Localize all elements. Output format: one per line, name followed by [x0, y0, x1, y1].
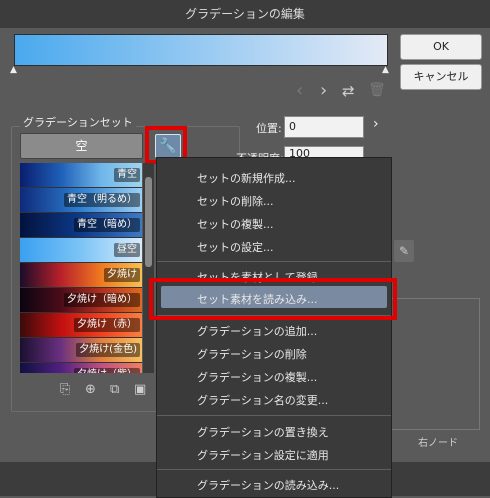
ok-button[interactable]: OK — [400, 34, 482, 60]
gradient-list-item[interactable]: 夕焼け（赤） — [20, 313, 142, 337]
gradient-list[interactable]: 青空青空（明るめ） 青空（暗め） 昼空夕焼け夕焼け（暗め） 夕焼け（赤） 夕焼け(金色)… — [20, 163, 142, 373]
gradient-list-item[interactable]: 青空 — [20, 163, 142, 187]
duplicate-gradient-icon[interactable]: ⧉ — [110, 382, 119, 397]
cancel-button[interactable]: キャンセル — [400, 64, 482, 90]
mirror-icon[interactable]: ⇄ — [342, 82, 355, 100]
menu-separator — [157, 261, 391, 262]
gradient-list-scrollbar[interactable] — [143, 163, 154, 373]
gradient-item-label: 青空 — [114, 168, 140, 182]
gradient-item-label: 夕焼け（紫） — [74, 368, 140, 373]
position-input[interactable]: 0 — [284, 116, 364, 138]
gradient-list-item[interactable]: 昼空 — [20, 238, 142, 262]
menu-item[interactable]: セットの複製... — [197, 216, 274, 232]
delete-gradient-icon[interactable]: ▣ — [134, 382, 146, 397]
gradient-item-label: 夕焼け — [104, 268, 140, 282]
menu-item[interactable]: グラデーション名の変更... — [197, 392, 328, 408]
gradient-item-label: 青空（暗め） — [74, 218, 140, 232]
gradient-set-dropdown[interactable]: 空 — [20, 133, 143, 159]
menu-item[interactable]: グラデーションの複製... — [197, 369, 317, 385]
gradient-item-label: 昼空 — [114, 243, 140, 257]
node-preview-box — [390, 298, 480, 430]
next-node-icon[interactable]: › — [320, 80, 327, 101]
position-label: 位置: — [256, 122, 282, 135]
menu-item[interactable]: セットの新規作成... — [197, 170, 296, 186]
right-node-marker[interactable]: ▲ — [382, 65, 389, 75]
gradient-list-item[interactable]: 夕焼け — [20, 263, 142, 287]
trash-icon[interactable]: 🗑 — [368, 82, 386, 98]
gradient-set-title: グラデーションセット — [20, 114, 136, 130]
menu-item[interactable]: グラデーションの読み込み... — [197, 477, 339, 493]
menu-item[interactable]: グラデーションの置き換え — [197, 424, 329, 440]
menu-item[interactable]: セットの削除... — [197, 193, 274, 209]
gradient-item-label: 夕焼け（暗め） — [64, 293, 140, 307]
add-gradient-icon[interactable]: ⊕ — [85, 382, 96, 397]
gradient-item-label: 夕焼け（赤） — [74, 318, 140, 332]
right-node-label: 右ノード — [418, 438, 458, 449]
menu-item[interactable]: セットの設定... — [197, 239, 274, 255]
menu-item[interactable]: グラデーションの削除 — [197, 346, 307, 362]
gradient-list-item[interactable]: 夕焼け（暗め） — [20, 288, 142, 312]
gradient-item-label: 夕焼け(金色) — [76, 343, 140, 357]
menu-item[interactable]: グラデーション設定に適用 — [197, 447, 329, 463]
gradient-list-item[interactable]: 夕焼け（紫） — [20, 363, 142, 373]
new-set-icon[interactable]: ⎘ — [60, 382, 70, 397]
gradient-list-item[interactable]: 青空（明るめ） — [20, 188, 142, 212]
context-menu: セットの新規作成... セットの削除... セットの複製... セットの設定... セッ… — [156, 157, 392, 498]
highlight-box-load-set — [149, 278, 397, 320]
menu-separator — [157, 469, 391, 470]
position-arrow-icon[interactable]: › — [373, 116, 379, 132]
gradient-list-item[interactable]: 夕焼け(金色) — [20, 338, 142, 362]
gradient-preview-bar[interactable] — [14, 34, 388, 66]
menu-separator — [157, 415, 391, 416]
scrollbar-thumb[interactable] — [145, 177, 152, 267]
gradient-item-label: 青空（明るめ） — [64, 193, 140, 207]
previous-node-icon[interactable]: ‹ — [296, 80, 303, 101]
eyedropper-icon[interactable]: ✎ — [394, 240, 414, 262]
window-title: グラデーションの編集 — [0, 0, 490, 28]
left-node-marker[interactable]: ▲ — [10, 65, 17, 75]
gradient-list-item[interactable]: 青空（暗め） — [20, 213, 142, 237]
menu-item[interactable]: グラデーションの追加... — [197, 323, 317, 339]
